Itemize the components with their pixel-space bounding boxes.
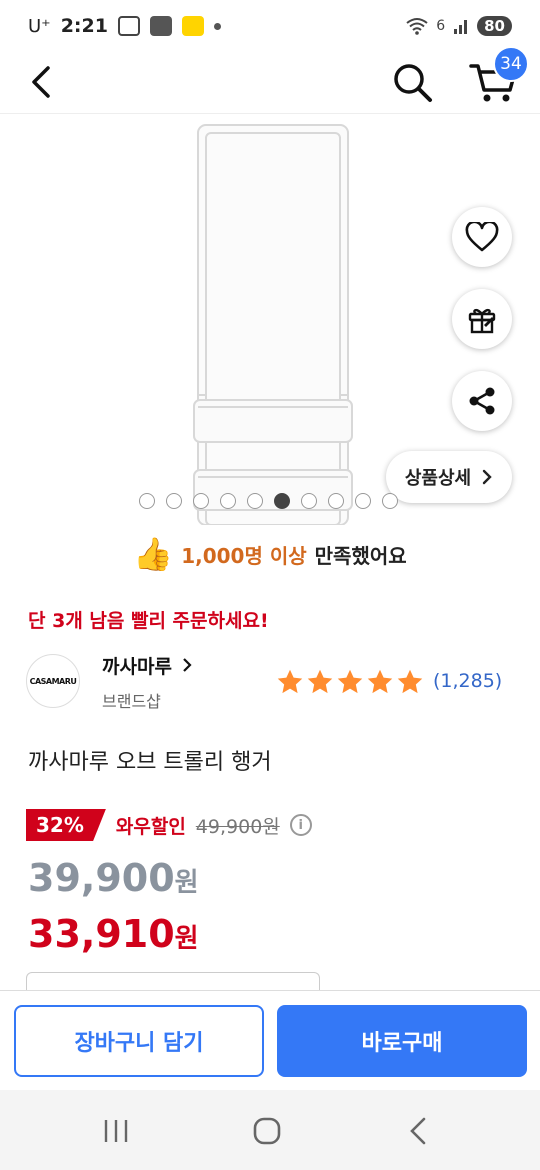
product-detail-button[interactable]: 상품상세: [386, 451, 512, 503]
info-icon[interactable]: i: [289, 814, 312, 836]
brand-logo[interactable]: CASAMARU: [26, 654, 80, 708]
regular-price-value: 39,900: [28, 856, 175, 900]
app-notification-icon: [181, 16, 204, 36]
star-icon: [277, 669, 303, 694]
star-icon: [367, 669, 393, 694]
home-icon[interactable]: [252, 1116, 282, 1146]
currency-unit: 원: [174, 924, 199, 954]
wishlist-button[interactable]: [452, 207, 512, 267]
brand-logo-text: CASAMARU: [29, 676, 77, 686]
wifi-icon: [406, 18, 428, 35]
star-icon: [337, 669, 363, 694]
gift-button[interactable]: [452, 289, 512, 349]
clock: 2:21: [60, 15, 108, 37]
search-icon[interactable]: [388, 58, 436, 106]
regular-price: 39,900원: [28, 856, 199, 900]
brand-shop-link[interactable]: 까사마루: [102, 652, 193, 679]
bottom-action-bar: 장바구니 담기 바로구매: [0, 990, 540, 1090]
status-bar: U⁺ 2:21 6 80: [0, 0, 540, 52]
original-price: 49,900원: [195, 815, 280, 838]
back-arrow-icon[interactable]: [22, 60, 62, 104]
gallery-dot[interactable]: [193, 493, 209, 509]
more-notifications-dot: [213, 22, 221, 30]
thumbs-up-icon: 👍: [133, 535, 174, 573]
status-left: U⁺ 2:21: [28, 15, 221, 37]
cart-count-badge: 34: [493, 46, 529, 82]
gallery-dot[interactable]: [220, 493, 236, 509]
review-count-link[interactable]: (1,285): [433, 670, 502, 692]
rating-stars[interactable]: [276, 668, 424, 696]
gallery-pagination: [139, 493, 398, 509]
heart-icon: [465, 222, 499, 252]
gallery-dot-active[interactable]: [274, 493, 290, 509]
signal-icon: [454, 20, 468, 34]
top-app-bar: 34: [0, 46, 540, 114]
star-icon: [307, 669, 333, 694]
blog-notification-icon: [149, 16, 172, 36]
gallery-dot[interactable]: [166, 493, 182, 509]
gift-icon: [468, 308, 496, 334]
share-icon: [469, 387, 495, 415]
gallery-dot[interactable]: [247, 493, 263, 509]
carrier-label: U⁺: [28, 15, 51, 37]
sale-price-value: 33,910: [28, 912, 175, 956]
screenshot-icon: [117, 16, 140, 36]
satisfaction-text: 만족했어요: [314, 543, 407, 568]
network-type-label: 6: [436, 18, 446, 34]
buy-now-button[interactable]: 바로구매: [277, 1005, 527, 1077]
gallery-dot[interactable]: [139, 493, 155, 509]
brand-subtitle: 브랜드샵: [102, 692, 161, 711]
system-back-icon[interactable]: [406, 1116, 432, 1146]
chevron-right-icon: [482, 469, 492, 485]
battery-indicator: 80: [477, 16, 512, 36]
wow-discount-label: 와우할인: [115, 815, 186, 838]
satisfaction-banner: 👍 1,000명 이상 만족했어요: [0, 532, 540, 576]
product-detail-label: 상품상세: [404, 468, 472, 489]
status-right: 6 80: [406, 16, 512, 36]
gallery-dot[interactable]: [328, 493, 344, 509]
discount-badge: 32%: [26, 809, 106, 841]
brand-name: 까사마루: [102, 656, 172, 678]
gallery-dot[interactable]: [301, 493, 317, 509]
sale-price: 33,910원: [28, 912, 199, 956]
share-button[interactable]: [452, 371, 512, 431]
satisfaction-count: 1,000명 이상: [181, 543, 307, 568]
discount-row: 32% 와우할인 49,900원 i: [26, 806, 312, 844]
system-nav-bar: [0, 1090, 540, 1170]
add-to-cart-button[interactable]: 장바구니 담기: [14, 1005, 264, 1077]
star-icon: [397, 669, 423, 694]
product-title: 까사마루 오브 트롤리 행거: [28, 750, 272, 775]
gallery-dot[interactable]: [355, 493, 371, 509]
chevron-right-icon: [182, 658, 192, 672]
stock-notice: 단 3개 남음 빨리 주문하세요!: [28, 610, 269, 632]
brand-row: CASAMARU 까사마루 브랜드샵 (1,285): [26, 650, 516, 716]
gallery-dot[interactable]: [382, 493, 398, 509]
currency-unit: 원: [174, 868, 199, 898]
recent-apps-icon[interactable]: [102, 1118, 130, 1144]
